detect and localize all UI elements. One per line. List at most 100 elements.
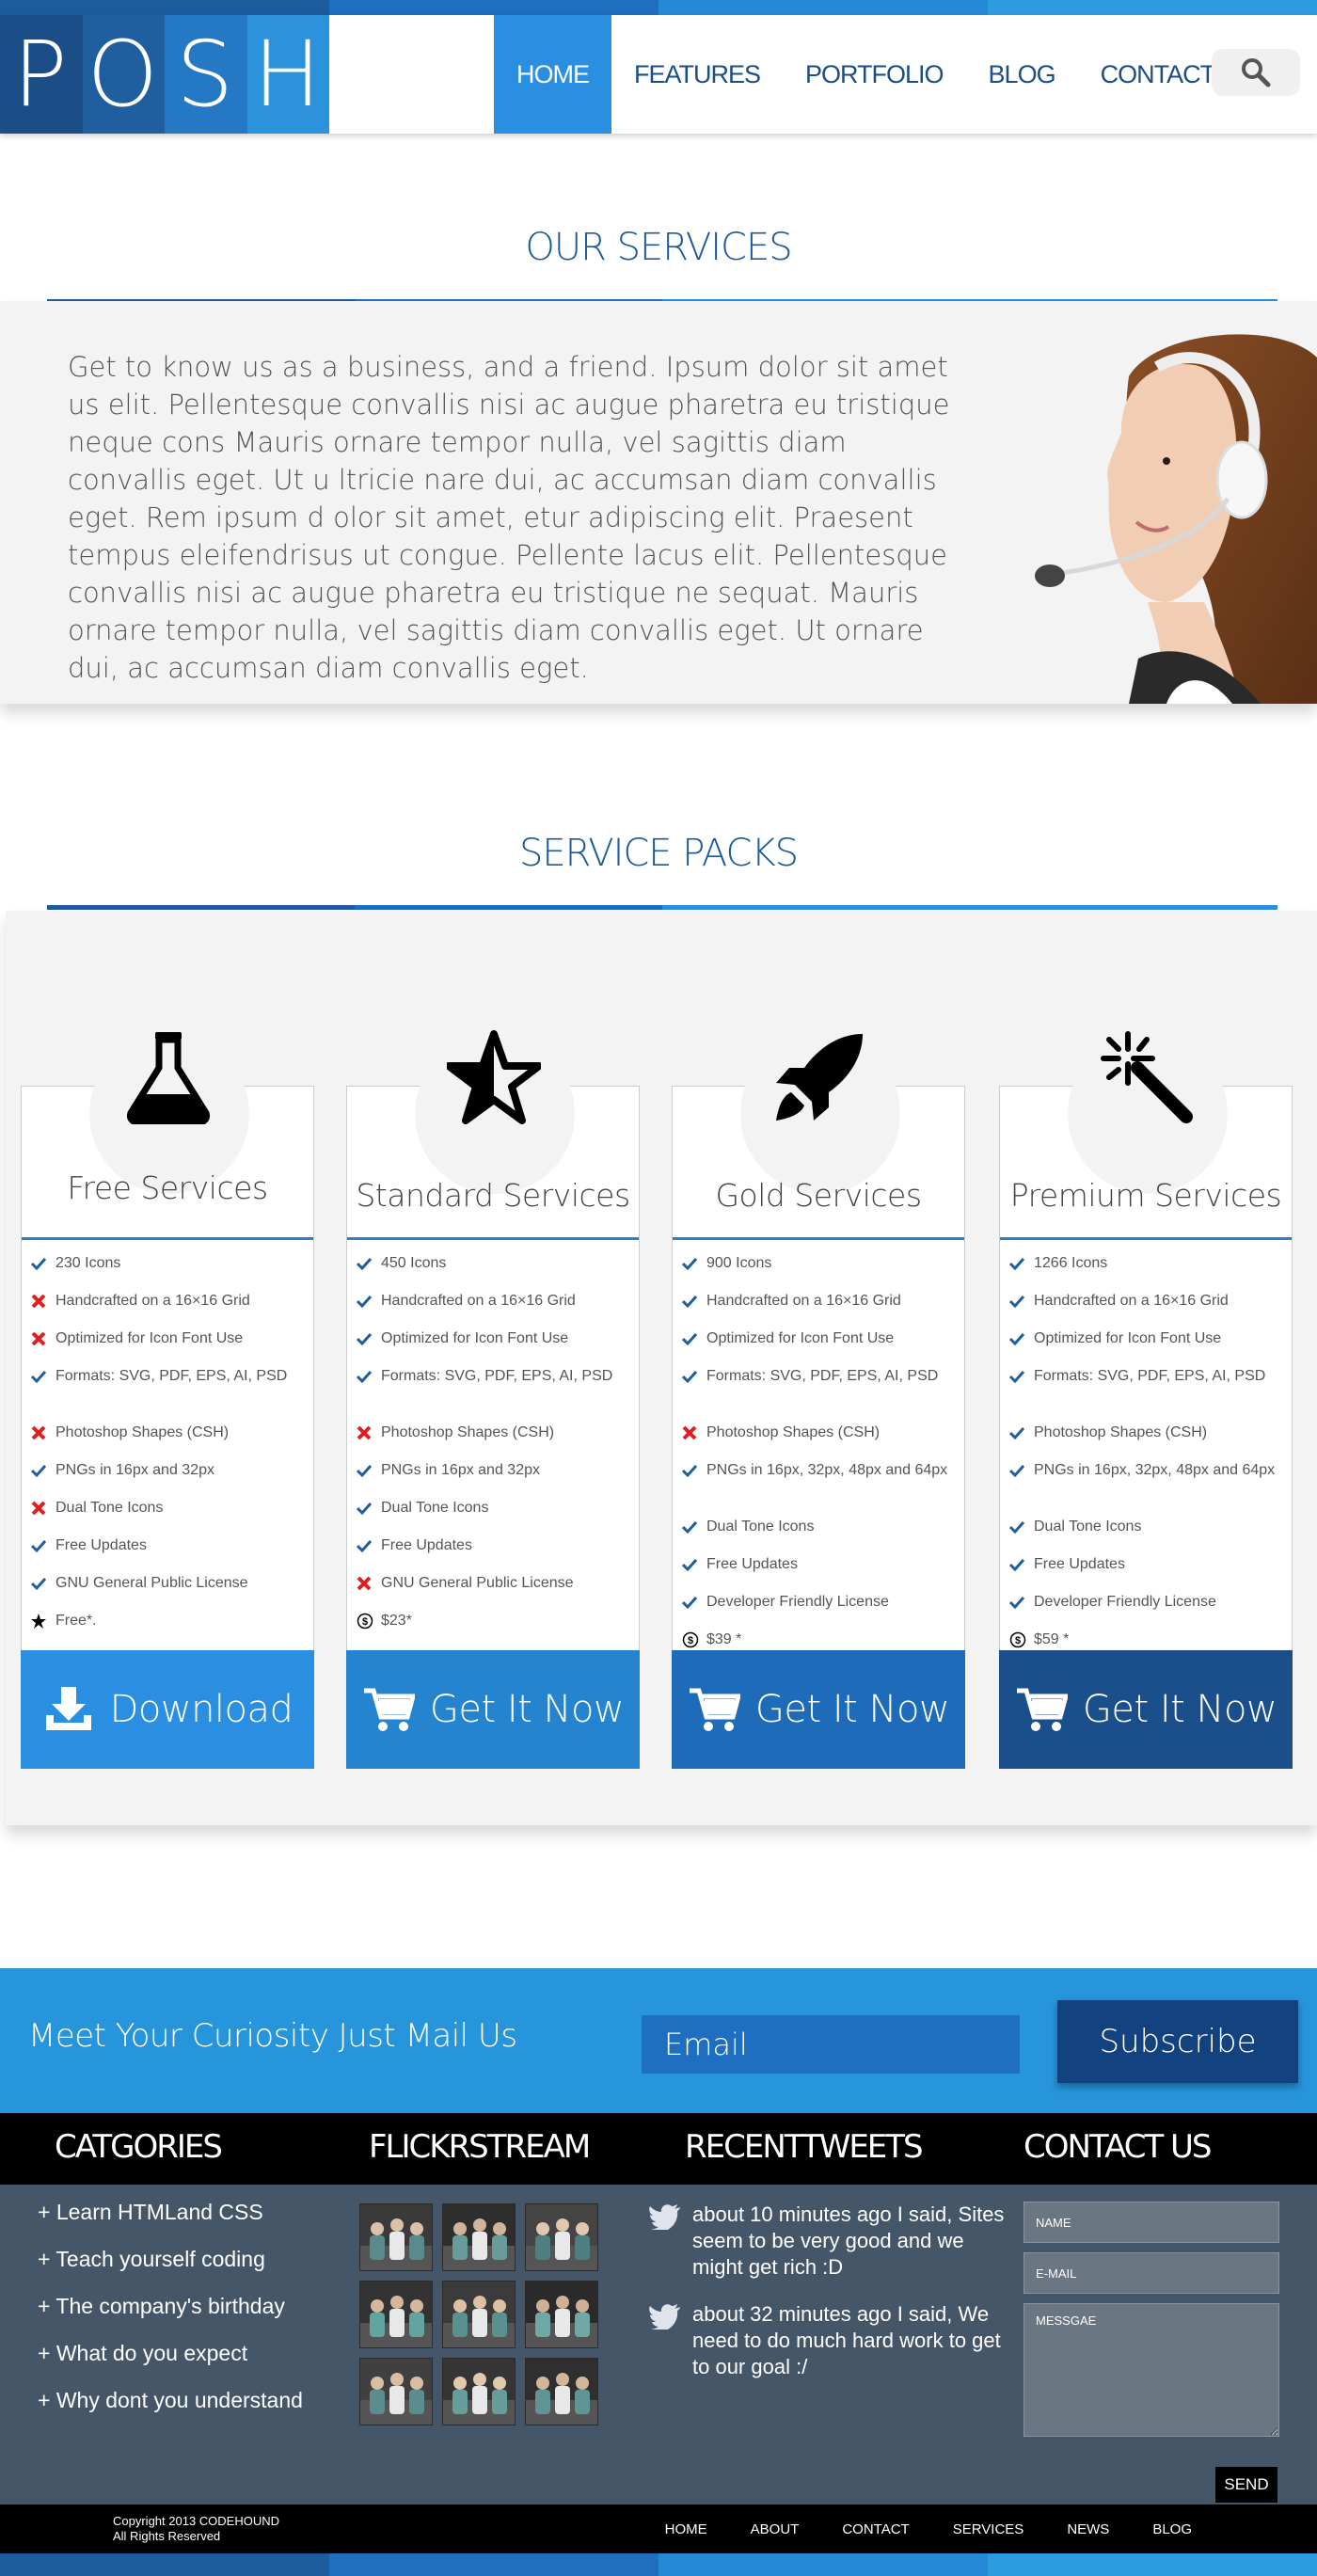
footer-nav-home[interactable]: HOME (643, 2504, 729, 2553)
svg-text:$: $ (688, 1635, 693, 1646)
posh-logo[interactable]: P O S H (0, 15, 329, 134)
feature-text: Photoshop Shapes (CSH) (381, 1424, 555, 1440)
copyright-line: Copyright 2013 CODEHOUND (113, 2514, 280, 2528)
name-field[interactable] (1023, 2202, 1279, 2243)
send-button[interactable]: SEND (1215, 2467, 1277, 2503)
main-nav: HOME FEATURES PORTFOLIO BLOG CONTACT (494, 15, 1237, 134)
feature-list: 230 Icons Handcrafted on a 16×16 Grid Opti… (31, 1252, 309, 1647)
check-icon (357, 1329, 381, 1348)
flickr-thumbnail[interactable] (359, 2281, 433, 2348)
feature-item: Developer Friendly License (682, 1591, 960, 1629)
category-link[interactable]: + What do you expect (38, 2339, 303, 2386)
email-field[interactable] (1023, 2252, 1279, 2294)
feature-text: Free*. (56, 1613, 97, 1629)
recent-tweets-heading: RECENTTWEETS (685, 2128, 924, 2166)
check-icon (1009, 1555, 1034, 1574)
category-link[interactable]: + The company's birthday (38, 2292, 303, 2339)
check-icon (31, 1254, 56, 1273)
get-it-now-button[interactable]: Get It Now (672, 1650, 965, 1769)
dollar-icon: $ (1009, 1630, 1034, 1649)
feature-text: Dual Tone Icons (381, 1500, 489, 1516)
cart-icon (363, 1688, 415, 1731)
check-icon (1009, 1593, 1034, 1612)
nav-blog[interactable]: BLOG (966, 15, 1078, 134)
feature-item: PNGs in 16px, 32px, 48px and 64px (682, 1459, 960, 1516)
footer-nav-blog[interactable]: BLOG (1131, 2504, 1214, 2553)
check-icon (357, 1367, 381, 1386)
feature-item: Free Updates (31, 1534, 309, 1572)
footer-heading-bar: CATGORIES FLICKRSTREAM RECENTTWEETS CONT… (0, 2113, 1317, 2185)
feature-text: 230 Icons (56, 1255, 121, 1271)
feature-item: PNGs in 16px and 32px (357, 1459, 635, 1497)
tweet-text: about 10 minutes ago I said, Sites seem … (692, 2202, 1005, 2279)
flickr-thumbnail[interactable] (442, 2203, 516, 2271)
category-link[interactable]: + Why dont you understand (38, 2386, 303, 2433)
bottom-bar: Copyright 2013 CODEHOUND All Rights Rese… (0, 2504, 1317, 2553)
search-icon (1242, 58, 1271, 87)
feature-text: 900 Icons (706, 1255, 772, 1271)
footer-nav-about[interactable]: ABOUT (729, 2504, 821, 2553)
flickr-thumbnail[interactable] (525, 2281, 598, 2348)
check-icon (682, 1461, 706, 1480)
logo-letter: O (82, 15, 165, 134)
feature-item: Photoshop Shapes (CSH) (357, 1422, 635, 1459)
category-link[interactable]: + Teach yourself coding (38, 2245, 303, 2292)
feature-item: Handcrafted on a 16×16 Grid (31, 1290, 309, 1328)
feature-item: Optimized for Icon Font Use (1009, 1328, 1288, 1365)
check-icon (682, 1367, 706, 1386)
feature-item: PNGs in 16px and 32px (31, 1459, 309, 1497)
feature-item: Dual Tone Icons (1009, 1516, 1288, 1553)
newsletter-email-input[interactable] (642, 2015, 1020, 2074)
check-icon (357, 1254, 381, 1273)
svg-text:$: $ (362, 1616, 368, 1628)
check-icon (31, 1574, 56, 1593)
newsletter-text: Meet Your Curiosity Just Mail Us (28, 2017, 517, 2055)
feature-text: Handcrafted on a 16×16 Grid (381, 1293, 576, 1309)
card-title: Premium Services (1009, 1177, 1282, 1214)
footer-nav-contact[interactable]: CONTACT (820, 2504, 930, 2553)
feature-item: 900 Icons (682, 1252, 960, 1290)
feature-list: 900 Icons Handcrafted on a 16×16 Grid Opti… (682, 1252, 960, 1666)
categories-heading: CATGORIES (55, 2128, 223, 2166)
cross-icon (357, 1423, 381, 1442)
feature-list: 1266 Icons Handcrafted on a 16×16 Grid Opt… (1009, 1252, 1288, 1666)
packs-title: SERVICE PACKS (518, 832, 799, 875)
footer-nav-news[interactable]: NEWS (1045, 2504, 1131, 2553)
contact-form: SEND (1023, 2202, 1279, 2503)
nav-portfolio[interactable]: PORTFOLIO (783, 15, 966, 134)
services-section: Get to know us as a business, and a frie… (0, 301, 1317, 704)
nav-home[interactable]: HOME (494, 15, 611, 134)
check-icon (1009, 1254, 1034, 1273)
feature-item: Dual Tone Icons (682, 1516, 960, 1553)
card-title: Free Services (67, 1169, 268, 1206)
flickr-thumbnail[interactable] (442, 2358, 516, 2425)
subscribe-button[interactable]: Subscribe (1057, 2000, 1298, 2083)
flickr-thumbnail[interactable] (525, 2203, 598, 2271)
top-color-stripe (0, 0, 1317, 15)
category-link[interactable]: + Learn HTMLand CSS (38, 2198, 303, 2245)
rocket-icon (776, 1034, 863, 1121)
check-icon (682, 1593, 706, 1612)
get-it-now-button[interactable]: Get It Now (346, 1650, 640, 1769)
feature-text: Handcrafted on a 16×16 Grid (1034, 1293, 1229, 1309)
feature-text: PNGs in 16px and 32px (381, 1462, 540, 1478)
footer-nav-services[interactable]: SERVICES (931, 2504, 1046, 2553)
get-it-now-button[interactable]: Get It Now (999, 1650, 1293, 1769)
message-field[interactable] (1023, 2303, 1279, 2437)
check-icon (682, 1555, 706, 1574)
dollar-icon: $ (682, 1630, 706, 1649)
feature-text: Handcrafted on a 16×16 Grid (706, 1293, 901, 1309)
feature-item: Formats: SVG, PDF, EPS, AI, PSD (1009, 1365, 1288, 1422)
flickr-thumbnail[interactable] (359, 2203, 433, 2271)
cart-icon (1016, 1688, 1068, 1731)
check-icon (31, 1461, 56, 1480)
download-button[interactable]: Download (21, 1650, 314, 1769)
nav-features[interactable]: FEATURES (611, 15, 783, 134)
services-title: OUR SERVICES (525, 226, 792, 269)
flickr-thumbnail[interactable] (525, 2358, 598, 2425)
flickr-thumbnail[interactable] (359, 2358, 433, 2425)
check-icon (682, 1329, 706, 1348)
search-button[interactable] (1212, 49, 1300, 96)
flickr-thumbnail[interactable] (442, 2281, 516, 2348)
check-icon (1009, 1518, 1034, 1536)
